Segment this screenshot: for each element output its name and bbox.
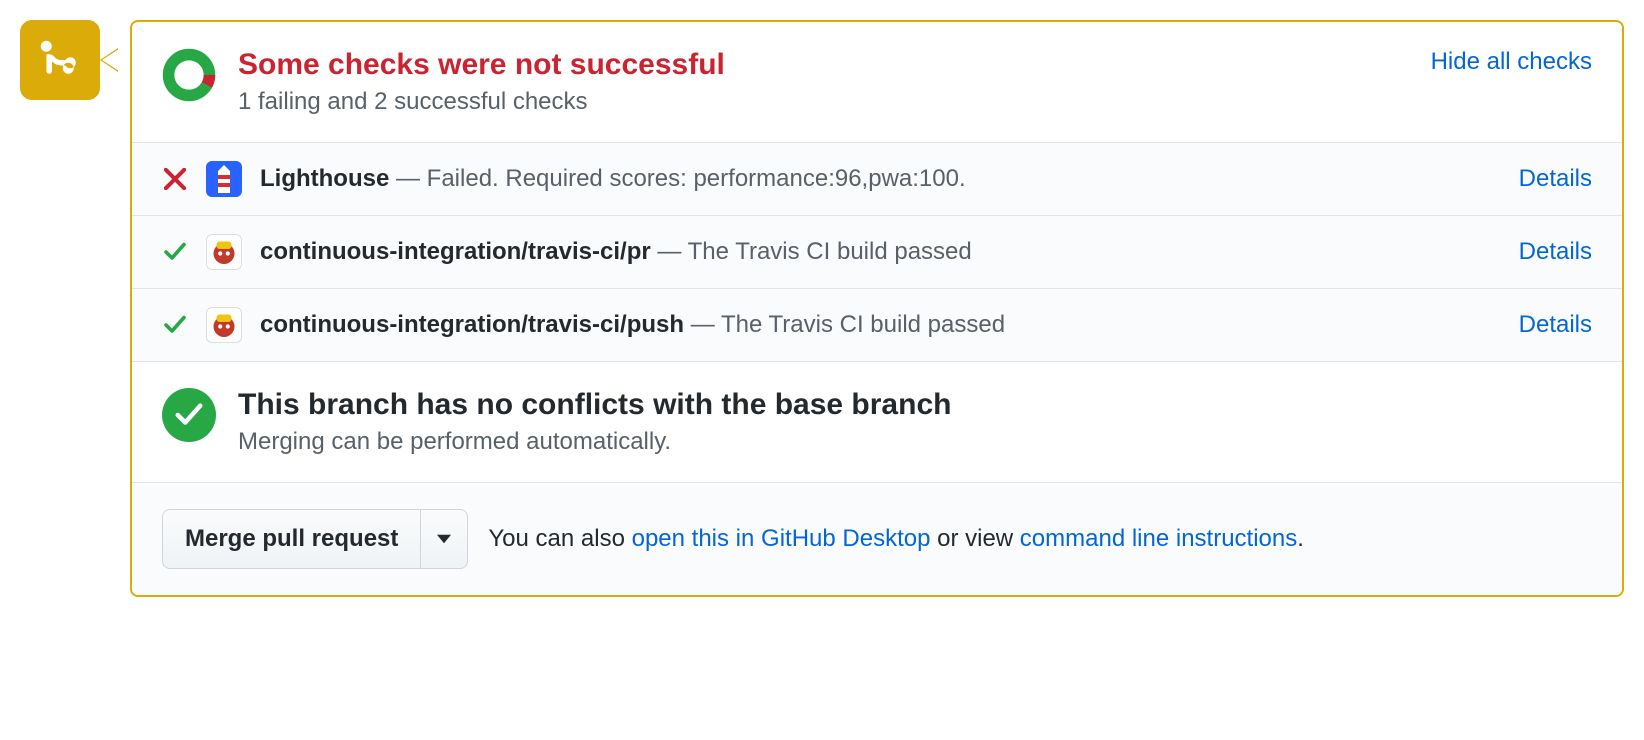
- merge-button-group: Merge pull request: [162, 509, 468, 569]
- travis-avatar-icon: [206, 307, 242, 343]
- git-merge-icon: [38, 38, 82, 82]
- merge-footer: Merge pull request You can also open thi…: [132, 482, 1622, 595]
- details-link[interactable]: Details: [1519, 165, 1592, 193]
- travis-avatar-icon: [206, 234, 242, 270]
- checks-header: Some checks were not successful 1 failin…: [132, 22, 1622, 142]
- check-row: continuous-integration/travis-ci/push — …: [132, 288, 1622, 361]
- check-icon: [162, 313, 188, 337]
- check-row: Lighthouse — Failed. Required scores: pe…: [132, 142, 1622, 215]
- check-description: The Travis CI build passed: [721, 311, 1005, 338]
- check-name: Lighthouse: [260, 165, 389, 192]
- footer-hint-text: You can also open this in GitHub Desktop…: [488, 525, 1304, 553]
- checks-title: Some checks were not successful: [238, 48, 1409, 82]
- check-description: Failed. Required scores: performance:96,…: [427, 165, 966, 192]
- check-name: continuous-integration/travis-ci/push: [260, 311, 684, 338]
- conflict-title: This branch has no conflicts with the ba…: [238, 388, 951, 422]
- hide-all-checks-link[interactable]: Hide all checks: [1431, 48, 1592, 76]
- check-row: continuous-integration/travis-ci/pr — Th…: [132, 215, 1622, 288]
- conflict-subtitle: Merging can be performed automatically.: [238, 428, 951, 456]
- merge-panel-container: Some checks were not successful 1 failin…: [20, 20, 1624, 597]
- details-link[interactable]: Details: [1519, 311, 1592, 339]
- checks-panel: Some checks were not successful 1 failin…: [130, 20, 1624, 597]
- open-github-desktop-link[interactable]: open this in GitHub Desktop: [632, 525, 931, 552]
- x-icon: [162, 168, 188, 190]
- merge-status-badge: [20, 20, 100, 100]
- lighthouse-avatar-icon: [206, 161, 242, 197]
- check-icon: [162, 240, 188, 264]
- status-donut-icon: [162, 48, 216, 102]
- check-description: The Travis CI build passed: [688, 238, 972, 265]
- success-check-icon: [162, 388, 216, 442]
- merge-conflict-section: This branch has no conflicts with the ba…: [132, 361, 1622, 482]
- details-link[interactable]: Details: [1519, 238, 1592, 266]
- check-name: continuous-integration/travis-ci/pr: [260, 238, 651, 265]
- merge-pull-request-button[interactable]: Merge pull request: [162, 509, 421, 569]
- command-line-instructions-link[interactable]: command line instructions: [1020, 525, 1297, 552]
- checks-subtitle: 1 failing and 2 successful checks: [238, 88, 1409, 116]
- caret-down-icon: [437, 534, 451, 544]
- merge-dropdown-button[interactable]: [421, 509, 468, 569]
